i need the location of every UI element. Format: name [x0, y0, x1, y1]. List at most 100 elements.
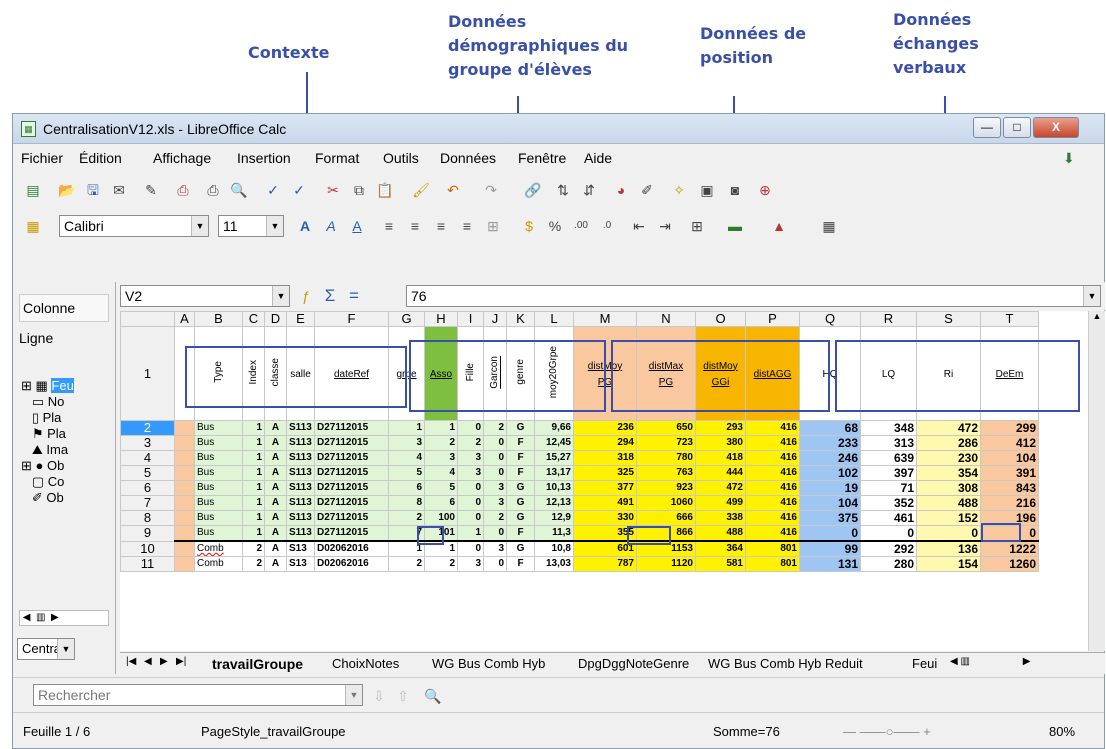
menu-fichier[interactable]: Fichier [21, 150, 63, 166]
cell-p[interactable]: 416 [745, 480, 800, 496]
cell-i[interactable]: 3 [457, 465, 484, 481]
find-prev-icon[interactable]: ⇧ [393, 686, 413, 706]
row-header[interactable]: 11 [120, 556, 175, 572]
cell-l[interactable]: 12,45 [534, 435, 574, 451]
cell-m[interactable]: 491 [573, 495, 637, 511]
header-cell[interactable]: LQ [860, 326, 917, 421]
cell-o[interactable]: 472 [695, 480, 746, 496]
spreadsheet-grid[interactable]: ABCDEFGHIJKLMNOPQRST 1 Type Index classe sal… [120, 311, 1088, 651]
header-cell[interactable]: Index [242, 326, 265, 421]
tree-item-images[interactable]: ⛰ Ima [21, 442, 74, 458]
cell-b[interactable]: Bus [194, 465, 243, 481]
vertical-scrollbar[interactable]: ▲ [1088, 311, 1105, 651]
row-header[interactable]: 4 [120, 450, 175, 466]
cell-p[interactable]: 416 [745, 525, 800, 542]
cell-g[interactable]: 4 [388, 450, 425, 466]
cell-r[interactable]: 461 [860, 510, 917, 526]
tab-hscroll[interactable]: ◀ ▥ ▶ [950, 656, 1030, 667]
cell-h[interactable]: 3 [424, 450, 458, 466]
cell-c[interactable]: 1 [242, 420, 265, 436]
header-cell[interactable]: DeEm [980, 326, 1039, 421]
row-header[interactable]: 1 [120, 326, 175, 421]
page-style[interactable]: PageStyle_travailGroupe [201, 724, 346, 739]
cell-f[interactable]: D27112015 [314, 480, 389, 496]
header-cell[interactable]: dateRef [314, 326, 389, 421]
cell-c[interactable]: 1 [242, 480, 265, 496]
background-color-icon[interactable]: ▬ [725, 216, 745, 236]
sum-display[interactable]: Somme=76 [713, 724, 780, 739]
maximize-button[interactable]: □ [1003, 117, 1031, 138]
column-header[interactable]: T [980, 311, 1039, 327]
cell-o[interactable]: 293 [695, 420, 746, 436]
cell-h[interactable]: 1 [424, 540, 458, 557]
cell-b[interactable]: Bus [194, 495, 243, 511]
print-icon[interactable]: ⎙ [203, 180, 223, 200]
increase-indent-icon[interactable]: ⇥ [655, 216, 675, 236]
cell-n[interactable]: 1120 [636, 556, 696, 572]
column-header[interactable]: K [506, 311, 535, 327]
cell-i[interactable]: 2 [457, 435, 484, 451]
header-cell[interactable]: Asso [424, 326, 458, 421]
menu-donnees[interactable]: Données [440, 150, 496, 166]
edit-file-icon[interactable]: ✎ [141, 180, 161, 200]
cell-a[interactable] [174, 435, 195, 451]
clone-icon[interactable]: 🖌 [411, 180, 431, 200]
cell-a[interactable] [174, 480, 195, 496]
cell-m[interactable]: 787 [573, 556, 637, 572]
header-cell[interactable]: Garcon [483, 326, 507, 421]
cell-j[interactable]: 0 [483, 465, 507, 481]
freeze-icon[interactable]: ▦ [819, 216, 839, 236]
cell-g[interactable]: 7 [388, 525, 425, 542]
tree-item-objets[interactable]: ⊞ ● Ob [21, 458, 74, 474]
cell-s[interactable]: 286 [916, 435, 981, 451]
cell-i[interactable]: 0 [457, 480, 484, 496]
cell-o[interactable]: 338 [695, 510, 746, 526]
tree-item-dessins[interactable]: ✐ Ob [21, 490, 74, 506]
scroll-up-icon[interactable]: ▲ [1089, 311, 1105, 321]
cell-c[interactable]: 1 [242, 450, 265, 466]
cell-m[interactable]: 355 [573, 525, 637, 542]
cell-j[interactable]: 2 [483, 420, 507, 436]
cell-r[interactable]: 292 [860, 540, 917, 557]
cell-j[interactable]: 0 [483, 435, 507, 451]
column-header[interactable]: H [424, 311, 458, 327]
cell-k[interactable]: F [506, 435, 535, 451]
currency-icon[interactable]: $ [519, 216, 539, 236]
cell-o[interactable]: 380 [695, 435, 746, 451]
cell-o[interactable]: 488 [695, 525, 746, 542]
align-right-icon[interactable]: ≡ [431, 216, 451, 236]
cell-r[interactable]: 0 [860, 525, 917, 542]
cell-e[interactable]: S13 [286, 540, 315, 557]
name-box[interactable]: V2 ▼ [120, 285, 290, 307]
chevron-down-icon[interactable]: ▼ [191, 216, 208, 236]
datasource-icon[interactable]: ◙ [725, 180, 745, 200]
cell-o[interactable]: 444 [695, 465, 746, 481]
row-header[interactable]: 9 [120, 525, 175, 542]
minimize-button[interactable]: — [973, 117, 1001, 138]
cell-k[interactable]: F [506, 465, 535, 481]
cell-j[interactable]: 3 [483, 495, 507, 511]
cell-c[interactable]: 2 [242, 540, 265, 557]
undo-icon[interactable]: ↶ [443, 180, 463, 200]
header-cell[interactable]: moy20Grpe [534, 326, 574, 421]
cell-i[interactable]: 0 [457, 495, 484, 511]
colonne-field[interactable]: Colonne [19, 294, 109, 322]
cell-d[interactable]: A [264, 540, 287, 557]
cell-d[interactable]: A [264, 525, 287, 542]
cell-j[interactable]: 3 [483, 480, 507, 496]
cell-a[interactable] [174, 495, 195, 511]
cell-o[interactable]: 364 [695, 540, 746, 557]
align-left-icon[interactable]: ≡ [379, 216, 399, 236]
tab-feuil[interactable]: Feui [912, 656, 937, 671]
percent-icon[interactable]: % [545, 216, 565, 236]
cell-q[interactable]: 19 [799, 480, 861, 496]
cell-a[interactable] [174, 510, 195, 526]
draw-icon[interactable]: ✐ [637, 180, 657, 200]
open-icon[interactable]: 📂 [57, 180, 77, 200]
cell-n[interactable]: 723 [636, 435, 696, 451]
autospell-icon[interactable]: ✓ [289, 180, 309, 200]
chevron-down-icon[interactable]: ▼ [345, 685, 362, 705]
cell-i[interactable]: 1 [457, 525, 484, 542]
cell-n[interactable]: 1153 [636, 540, 696, 557]
row-header[interactable]: 3 [120, 435, 175, 451]
